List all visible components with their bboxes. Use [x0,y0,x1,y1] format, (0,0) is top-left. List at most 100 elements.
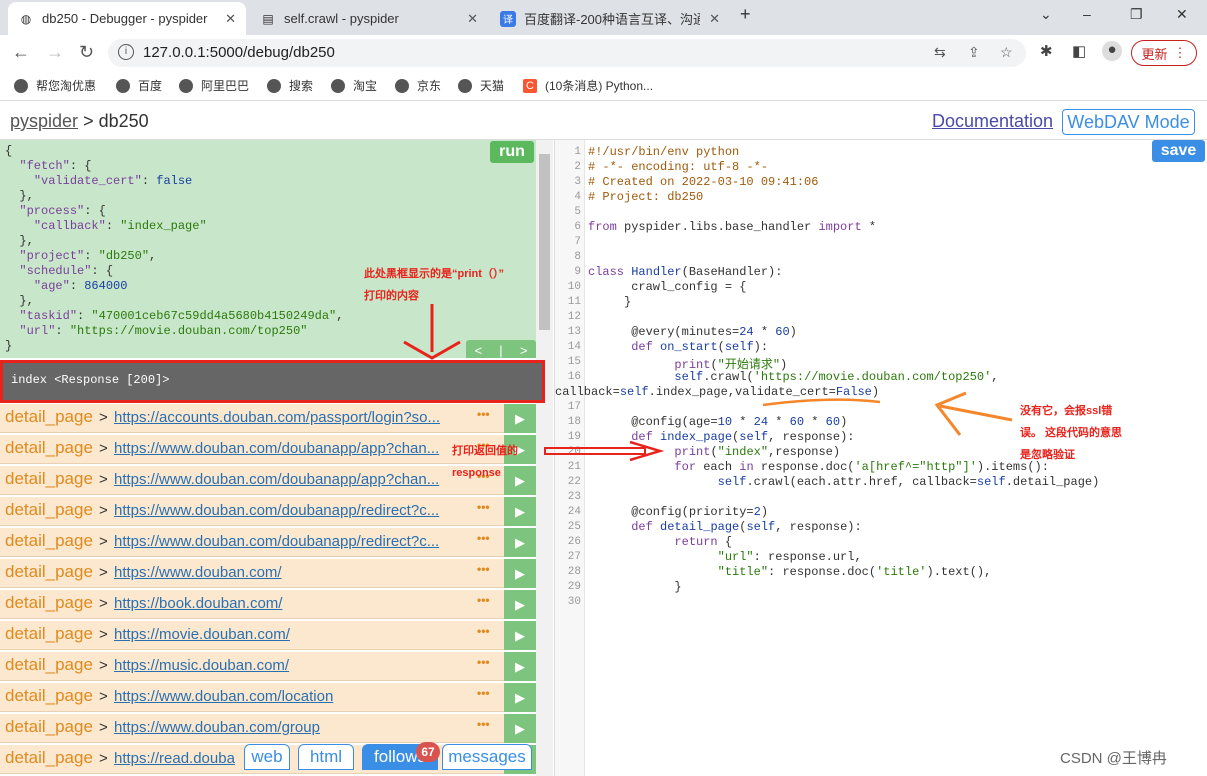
follow-row[interactable]: detail_page > https://movie.douban.com/ •••… [0,621,536,650]
follow-more-button[interactable]: ••• [477,655,490,669]
bookmark-item[interactable]: 百度 [116,77,162,94]
new-tab-button[interactable]: + [740,4,751,25]
scrollbar-thumb[interactable] [539,154,550,330]
tab-db250-debugger[interactable]: ◍ db250 - Debugger - pyspider ✕ [8,2,246,35]
follow-url-link[interactable]: https://www.douban.com/location [114,688,458,705]
follow-run-button[interactable]: ▶ [504,497,536,526]
follow-url-link[interactable]: https://www.douban.com/doubanapp/app?cha… [114,440,458,457]
save-button[interactable]: save [1152,140,1205,162]
follow-row[interactable]: detail_page > https://www.douban.com/douba… [0,528,536,557]
follow-more-button[interactable]: ••• [477,624,490,638]
task-json-line: }, [5,189,34,203]
reload-button[interactable]: ↻ [79,42,94,63]
follow-url-link[interactable]: https://book.douban.com/ [114,595,458,612]
bookmark-item[interactable]: C (10条消息) Python... [523,77,653,94]
next-task-button[interactable]: > [520,343,528,358]
webdav-mode-button[interactable]: WebDAV Mode [1062,109,1195,135]
follow-url-link[interactable]: https://movie.douban.com/ [114,626,458,643]
follow-url-link[interactable]: https://www.douban.com/ [114,564,458,581]
follow-run-button[interactable]: ▶ [504,652,536,681]
follow-separator: > [99,440,108,457]
share-icon[interactable]: ⇪ [968,44,980,61]
follow-run-button[interactable]: ▶ [504,683,536,712]
globe-icon [116,78,130,93]
follow-url-link[interactable]: https://www.douban.com/doubanapp/redirec… [114,533,458,550]
follow-row[interactable]: detail_page > https://accounts.douban.com/… [0,404,536,433]
tab-search-button[interactable]: ⌄ [1040,6,1052,23]
globe-icon [14,78,28,93]
follow-more-button[interactable]: ••• [477,562,490,576]
follow-more-button[interactable]: ••• [477,531,490,545]
info-icon[interactable]: i [118,44,134,60]
follow-separator: > [99,657,108,674]
follow-run-button[interactable]: ▶ [504,528,536,557]
line-number: 16 [567,371,581,383]
tab-self-crawl[interactable]: ▤ self.crawl - pyspider ✕ [250,2,488,35]
bookmark-item[interactable]: 搜索 [267,77,313,94]
follow-more-button[interactable]: ••• [477,407,490,421]
side-panel-icon[interactable]: ◧ [1072,42,1086,60]
close-icon[interactable]: ✕ [467,11,478,27]
tab-html[interactable]: html [298,744,354,770]
profile-avatar[interactable]: ● [1102,41,1122,61]
follow-more-button[interactable]: ••• [477,686,490,700]
bookmark-item[interactable]: 帮您淘优惠 [14,77,96,94]
follow-run-button[interactable]: ▶ [504,714,536,743]
bookmark-item[interactable]: 天猫 [458,77,504,94]
line-number: 21 [567,461,581,473]
bookmark-item[interactable]: 京东 [395,77,441,94]
follow-more-button[interactable]: ••• [477,593,490,607]
bookmark-star-icon[interactable]: ☆ [1000,44,1013,61]
maximize-button[interactable]: ❐ [1130,6,1143,23]
bookmark-item[interactable]: 淘宝 [331,77,377,94]
tab-web[interactable]: web [244,744,290,770]
tab-messages[interactable]: messages [442,744,532,770]
window-close-button[interactable]: ✕ [1176,6,1188,23]
tab-baidu-translate[interactable]: 译 百度翻译-200种语言互译、沟通全 ✕ [490,2,730,35]
task-json-line: "validate_cert": false [33,174,193,188]
follow-url-link[interactable]: https://www.douban.com/doubanapp/app?cha… [114,471,458,488]
line-number: 22 [567,476,581,488]
line-number: 20 [567,446,581,458]
follow-url-link[interactable]: https://accounts.douban.com/passport/log… [114,409,458,426]
extensions-icon[interactable]: ✱ [1040,42,1053,60]
follow-more-button[interactable]: ••• [477,717,490,731]
follow-row[interactable]: detail_page > https://www.douban.com/ ••• ▶ [0,559,536,588]
bookmark-label: 京东 [417,79,442,93]
annotation-text: 此处黑框显示的是“print（）” [364,268,504,280]
documentation-link[interactable]: Documentation [932,111,1053,132]
update-button[interactable]: 更新 ⋮ [1131,40,1197,66]
code-line: # Project: db250 [588,190,704,204]
follow-run-button[interactable]: ▶ [504,621,536,650]
left-scrollbar[interactable] [536,140,553,776]
minimize-button[interactable]: – [1083,6,1091,22]
code-line: } [588,295,632,309]
forward-button[interactable]: → [46,42,64,63]
follow-more-button[interactable]: ••• [477,500,490,514]
line-number: 27 [567,551,581,563]
follow-url-link[interactable]: https://music.douban.com/ [114,657,458,674]
follow-callback: detail_page [5,562,93,581]
follow-url-link[interactable]: https://www.douban.com/doubanapp/redirec… [114,502,458,519]
follow-run-button[interactable]: ▶ [504,590,536,619]
url-input[interactable]: i 127.0.0.1:5000/debug/db250 ⇆ ⇪ ☆ [108,39,1026,67]
task-json-line: "process": { [19,204,106,218]
task-json-line: }, [5,234,34,248]
close-icon[interactable]: ✕ [709,11,720,27]
follow-row[interactable]: detail_page > https://www.douban.com/group… [0,714,536,743]
follow-row[interactable]: detail_page > https://www.douban.com/locat… [0,683,536,712]
follow-row[interactable]: detail_page > https://www.douban.com/douba… [0,497,536,526]
bookmark-item[interactable]: 阿里巴巴 [179,77,249,94]
follow-run-button[interactable]: ▶ [504,404,536,433]
pyspider-home-link[interactable]: pyspider [10,111,78,131]
follow-run-button[interactable]: ▶ [504,559,536,588]
run-button[interactable]: run [490,141,534,163]
follow-row[interactable]: detail_page > https://book.douban.com/ ••• ▶ [0,590,536,619]
prev-task-button[interactable]: < [475,343,483,358]
follow-row[interactable]: detail_page > https://music.douban.com/ •••… [0,652,536,681]
follow-url-link[interactable]: https://www.douban.com/group [114,719,458,736]
task-editor[interactable]: { "fetch": { "validate_cert": false }, "… [0,140,536,358]
close-icon[interactable]: ✕ [225,11,236,27]
translate-page-icon[interactable]: ⇆ [934,44,946,61]
back-button[interactable]: ← [12,42,30,63]
